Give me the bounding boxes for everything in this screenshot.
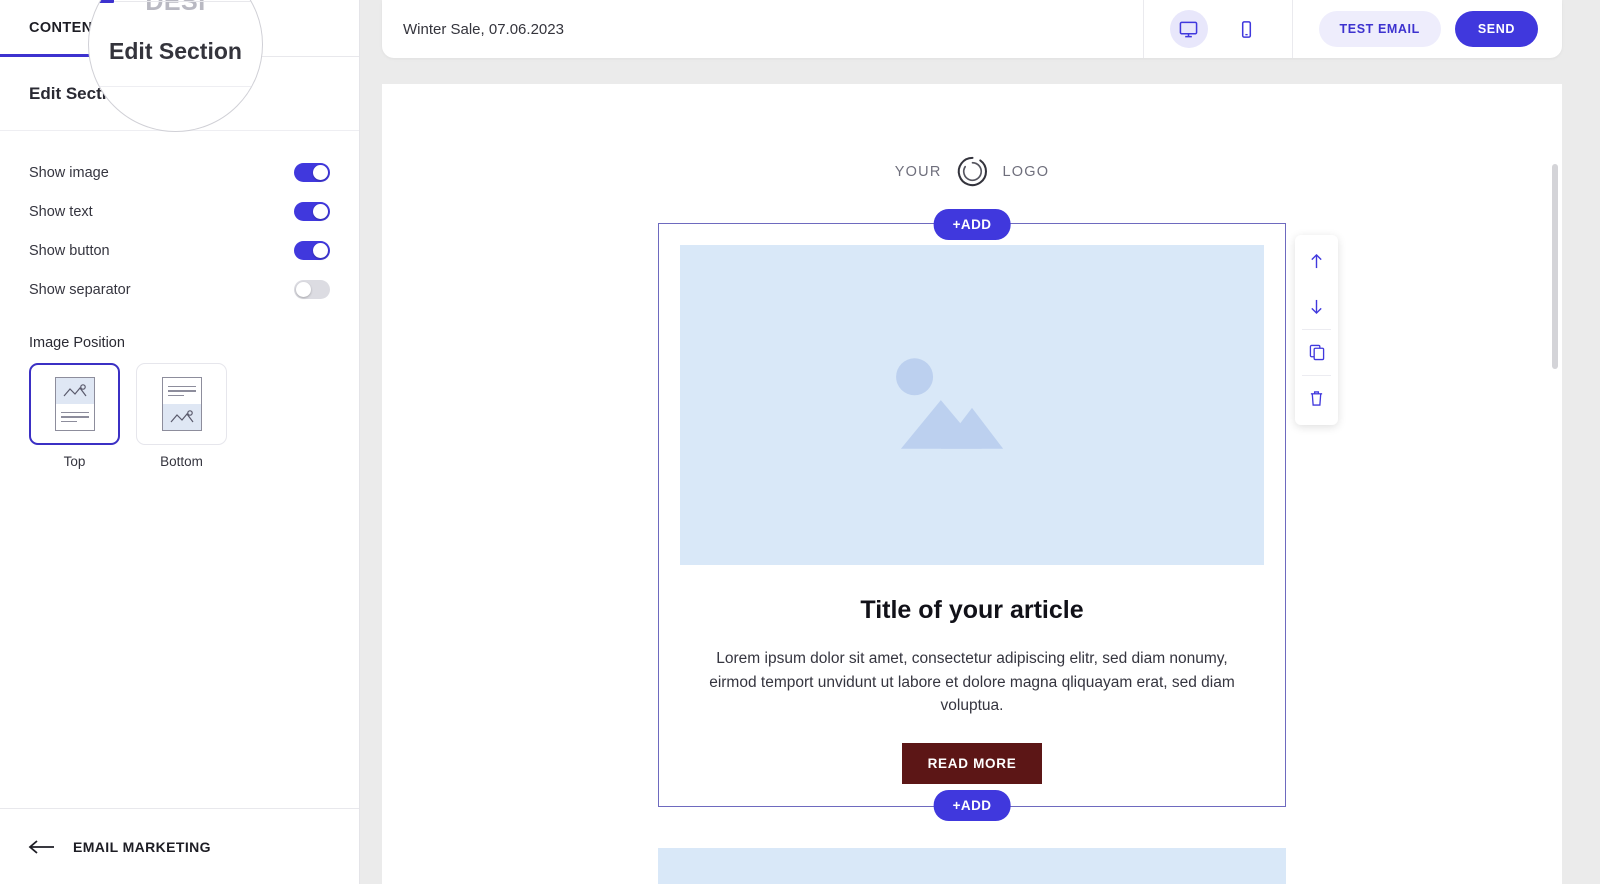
duplicate-icon	[1309, 344, 1324, 361]
content-sidebar: CONTENT DESIGN Edit Section Show image S…	[0, 0, 360, 884]
image-position-label-bottom: Bottom	[160, 454, 203, 469]
move-down-icon	[1311, 299, 1322, 315]
logo-word-right: LOGO	[1002, 163, 1050, 180]
move-up-icon	[1311, 253, 1322, 269]
move-section-up-button[interactable]	[1295, 239, 1338, 284]
circle-logo-icon	[957, 156, 987, 187]
duplicate-section-button[interactable]	[1295, 330, 1338, 375]
toggle-knob	[313, 165, 328, 180]
toggle-label-show-image: Show image	[29, 164, 109, 181]
topbar: Winter Sale, 07.06.2023 TEST EMAIL SEND	[382, 0, 1562, 58]
canvas-vertical-scrollbar[interactable]	[1552, 164, 1558, 369]
toggle-show-button[interactable]	[294, 241, 330, 260]
email-marketing-back-button[interactable]: EMAIL MARKETING	[0, 808, 359, 884]
loupe-tab-accent	[94, 0, 114, 3]
email-builder-app: CONTENT DESIGN Edit Section Show image S…	[0, 0, 1600, 884]
logo-word-left: YOUR	[894, 163, 942, 180]
mountain-icon	[63, 384, 86, 397]
toggle-row-show-button: Show button	[29, 231, 330, 270]
add-section-above-button[interactable]: +ADD	[933, 209, 1011, 240]
article-body[interactable]: Lorem ipsum dolor sit amet, consectetur …	[696, 647, 1248, 718]
image-placeholder[interactable]	[680, 245, 1264, 565]
selected-section[interactable]: +ADD Title of your article Lorem ipsum d…	[658, 209, 1338, 821]
mobile-icon	[1241, 20, 1252, 38]
toggle-list: Show image Show text Show button Show se…	[0, 131, 359, 309]
image-position-title: Image Position	[29, 335, 125, 351]
image-position-option-bottom: Bottom	[136, 363, 227, 469]
section-inner: Title of your article Lorem ipsum dolor …	[659, 224, 1285, 806]
desktop-icon	[1179, 21, 1198, 37]
delete-section-button[interactable]	[1295, 376, 1338, 421]
thumb-image-area	[162, 404, 201, 430]
device-desktop-button[interactable]	[1169, 10, 1208, 48]
email-logo-row: YOUR LOGO	[382, 84, 1562, 189]
layout-bottom-icon	[161, 377, 202, 431]
toggle-label-show-separator: Show separator	[29, 281, 131, 298]
loupe-divider-top	[89, 1, 262, 2]
magnifier-loupe: DESI Edit Section	[88, 0, 263, 132]
device-toggle-group	[1142, 0, 1293, 58]
loupe-divider-bottom	[89, 86, 262, 87]
thumb-image-area	[55, 378, 94, 404]
toggle-show-image[interactable]	[294, 163, 330, 182]
toggle-row-show-separator: Show separator	[29, 270, 330, 309]
next-section-preview[interactable]	[658, 847, 1286, 884]
loupe-magnified-text: Edit Section	[109, 38, 242, 64]
thumb-text-area	[163, 378, 201, 404]
email-canvas: YOUR LOGO +ADD Title of your article Lor…	[382, 84, 1562, 884]
mountain-icon	[170, 410, 193, 423]
test-email-button[interactable]: TEST EMAIL	[1318, 11, 1441, 47]
toggle-label-show-text: Show text	[29, 203, 93, 220]
toggle-show-text[interactable]	[294, 202, 330, 221]
delete-icon	[1310, 391, 1323, 406]
send-button[interactable]: SEND	[1454, 11, 1538, 47]
image-position-options: Top Bottom	[29, 363, 330, 469]
toggle-show-separator[interactable]	[294, 280, 330, 299]
toggle-label-show-button: Show button	[29, 242, 110, 259]
toggle-knob	[313, 204, 328, 219]
add-section-below-button[interactable]: +ADD	[933, 789, 1011, 821]
image-position-card-bottom[interactable]	[136, 363, 227, 445]
editor-area: Winter Sale, 07.06.2023 TEST EMAIL SEND …	[360, 0, 1600, 884]
section-toolbar	[1295, 235, 1338, 425]
article-title[interactable]: Title of your article	[680, 596, 1264, 625]
loupe-ghost-text: DESI	[145, 0, 206, 16]
topbar-actions: TEST EMAIL SEND	[1293, 11, 1562, 47]
toggle-knob	[313, 243, 328, 258]
toggle-row-show-image: Show image	[29, 153, 330, 192]
arrow-left-icon	[28, 839, 54, 854]
email-marketing-label: EMAIL MARKETING	[73, 838, 211, 855]
image-placeholder-icon	[896, 358, 1004, 449]
canvas-scroll-region[interactable]: YOUR LOGO +ADD Title of your article Lor…	[382, 84, 1562, 884]
loupe-inner: DESI Edit Section	[89, 0, 262, 131]
toggle-row-show-text: Show text	[29, 192, 330, 231]
image-position-option-top: Top	[29, 363, 120, 469]
thumb-text-area	[56, 404, 94, 430]
layout-top-icon	[54, 377, 95, 431]
image-position-label-top: Top	[63, 454, 86, 469]
toggle-knob	[296, 282, 311, 297]
next-section-image-placeholder	[658, 847, 1286, 884]
device-mobile-button[interactable]	[1228, 10, 1266, 48]
move-section-down-button[interactable]	[1295, 284, 1338, 329]
image-position-card-top[interactable]	[29, 363, 120, 445]
read-more-button[interactable]: READ MORE	[901, 742, 1043, 784]
image-position-block: Image Position Top Bottom	[0, 309, 359, 469]
campaign-name[interactable]: Winter Sale, 07.06.2023	[382, 21, 1143, 38]
